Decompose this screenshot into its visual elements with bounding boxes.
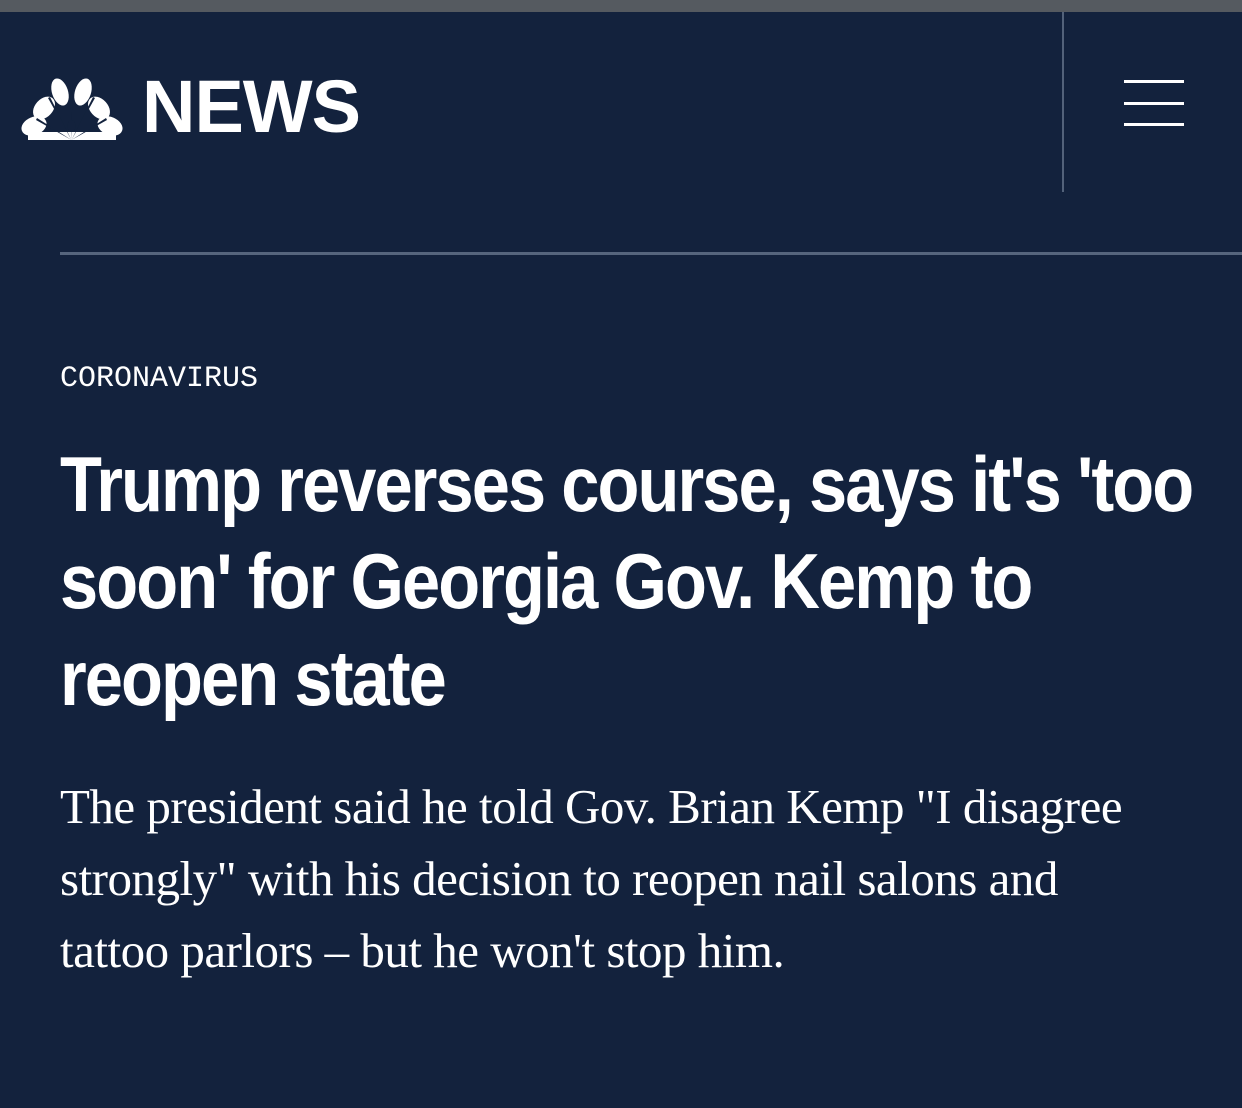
- nbc-news-logo[interactable]: NEWS: [20, 65, 361, 148]
- nbc-peacock-icon: [21, 78, 123, 140]
- site-header: NEWS: [0, 12, 1242, 192]
- top-strip: [0, 0, 1242, 12]
- header-divider: [1062, 12, 1064, 192]
- logo-text: NEWS: [142, 65, 361, 148]
- menu-line: [1124, 102, 1184, 105]
- headline[interactable]: Trump reverses course, says it's 'too so…: [60, 436, 1195, 727]
- article-header: CORONAVIRUS Trump reverses course, says …: [60, 360, 1194, 1036]
- article-dek: The president said he told Gov. Brian Ke…: [60, 779, 1123, 978]
- section-label[interactable]: CORONAVIRUS: [60, 360, 258, 398]
- header-rule: [60, 252, 1242, 255]
- menu-button[interactable]: [1112, 70, 1196, 140]
- menu-line: [1124, 80, 1184, 83]
- menu-line: [1124, 123, 1184, 126]
